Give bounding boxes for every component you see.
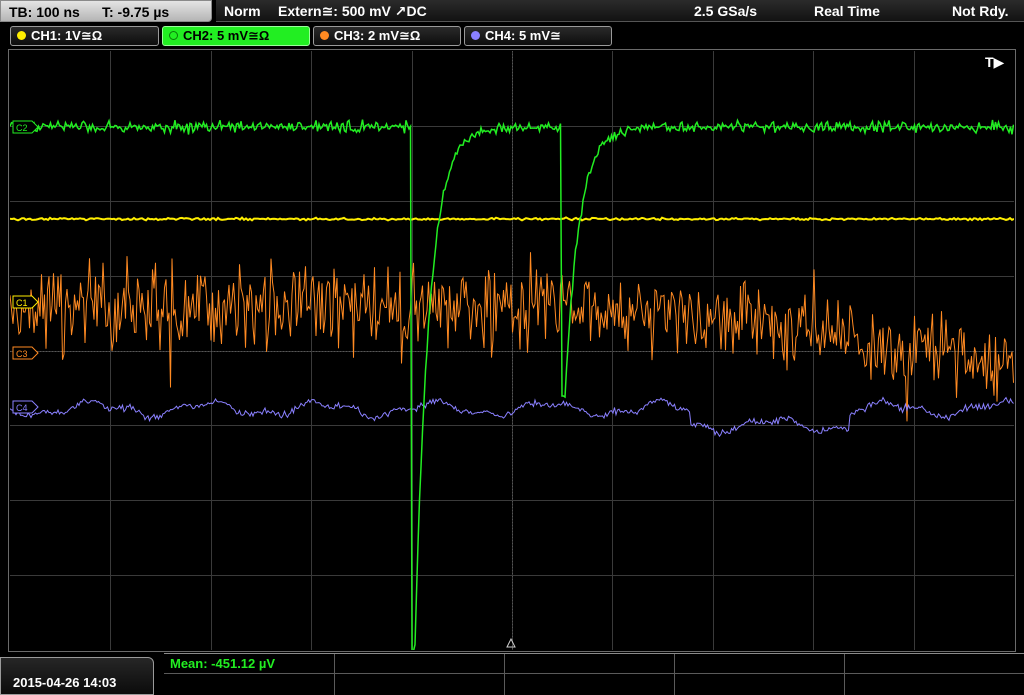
ch1-color-dot	[17, 31, 26, 40]
trigger-mode[interactable]: Norm	[224, 3, 261, 19]
measurement-divider	[674, 654, 675, 695]
tab-ch3-label: CH3: 2 mV≅Ω	[334, 28, 421, 43]
tab-ch4[interactable]: CH4: 5 mV≅	[464, 26, 612, 46]
ch2-level-marker[interactable]: C2	[12, 120, 39, 134]
tab-ch1-label: CH1: 1V≅Ω	[31, 28, 103, 43]
trigger-time-readout: T: -9.75 µs	[102, 4, 170, 20]
ch2-trace	[10, 118, 1014, 650]
trigger-source[interactable]: Extern≅: 500 mV ↗DC	[278, 3, 427, 20]
tab-ch2-label: CH2: 5 mV≅Ω	[183, 28, 270, 43]
ch3-marker-label: C3	[16, 349, 28, 359]
ch2-marker-label: C2	[16, 123, 28, 133]
measurement-panel[interactable]: Mean: -451.12 µV	[164, 653, 1024, 695]
tab-ch1[interactable]: CH1: 1V≅Ω	[10, 26, 159, 46]
waveform-display[interactable]: C2 C1 C3 C4	[10, 51, 1014, 650]
ch4-color-dot	[471, 31, 480, 40]
graticule	[10, 51, 1014, 650]
top-status-bar: TB: 100 ns T: -9.75 µs Norm Extern≅: 500…	[0, 0, 1024, 24]
tab-ch2[interactable]: CH2: 5 mV≅Ω	[162, 26, 310, 46]
channel-markers: C2 C1 C3 C4	[12, 120, 516, 648]
measurement-mean: Mean: -451.12 µV	[170, 656, 276, 671]
ch2-color-dot	[169, 31, 178, 40]
ch3-level-marker[interactable]: C3	[12, 346, 39, 360]
measurement-divider	[334, 654, 335, 695]
trigger-position-marker[interactable]	[506, 637, 516, 648]
ch4-level-marker[interactable]: C4	[12, 400, 39, 414]
tab-ch3[interactable]: CH3: 2 mV≅Ω	[313, 26, 461, 46]
ch4-marker-label: C4	[16, 403, 28, 413]
acquisition-status: Not Rdy.	[952, 3, 1009, 19]
timebase-box[interactable]: TB: 100 ns T: -9.75 µs	[0, 0, 212, 22]
ch3-color-dot	[320, 31, 329, 40]
ch1-marker-label: C1	[16, 298, 28, 308]
acquire-mode: Real Time	[814, 3, 880, 19]
ch4-trace	[10, 396, 1014, 438]
date-time: 2015-04-26 14:03	[13, 675, 117, 690]
timebase-readout: TB: 100 ns	[9, 4, 80, 20]
ch3-trace	[10, 252, 1014, 422]
acquisition-status-strip: Norm Extern≅: 500 mV ↗DC 2.5 GSa/s Real …	[216, 0, 1024, 22]
date-time-box: 2015-04-26 14:03	[0, 657, 154, 695]
ch1-level-marker[interactable]: C1	[12, 295, 39, 309]
sample-rate: 2.5 GSa/s	[694, 3, 758, 19]
measurement-divider	[504, 654, 505, 695]
measurement-divider	[844, 654, 845, 695]
trigger-point-indicator[interactable]: T▶	[985, 54, 1004, 71]
tab-ch4-label: CH4: 5 mV≅	[485, 28, 561, 43]
measurement-grid-line	[164, 673, 1024, 674]
